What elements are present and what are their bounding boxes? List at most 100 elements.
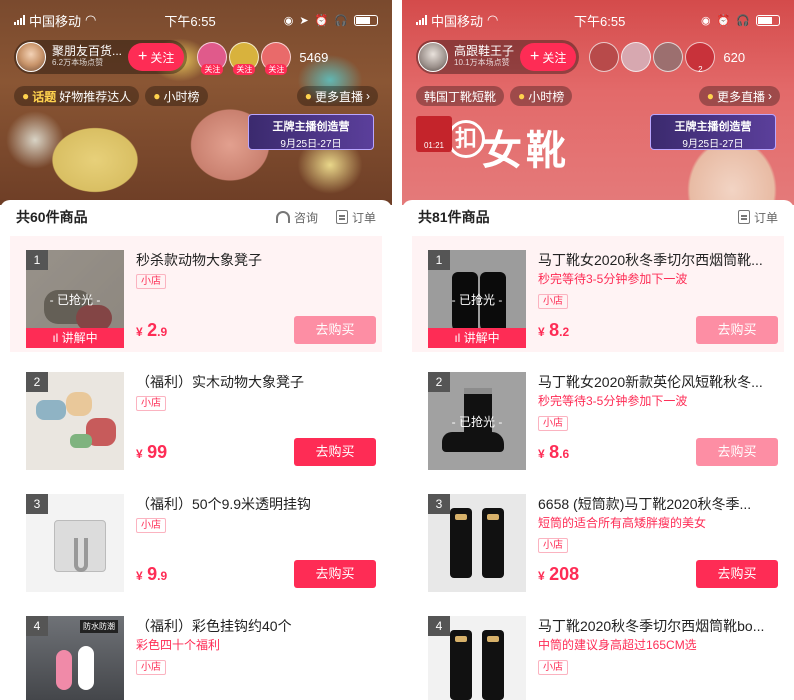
host-name: 高跟鞋王子: [454, 44, 515, 58]
consult-button[interactable]: 咨询: [275, 209, 318, 226]
clock: 下午6:55: [164, 13, 216, 29]
product-item[interactable]: 3 （福利）50个9.9米透明挂钩 小店 ¥ 9.9 去购买: [10, 480, 382, 596]
product-price: ¥ 2.9: [136, 320, 168, 340]
live-shop-screen-left: 中国移动 ◠ 下午6:55 ◉ ➤ ⏰ 🎧 聚朋友百货... 6.2万本场点赞 …: [0, 0, 392, 700]
hourly-rank-chip[interactable]: ● 小时榜: [145, 86, 208, 106]
chevron-right-icon: ›: [768, 89, 772, 103]
rank-badge: 4: [26, 616, 48, 636]
bars-icon: ıl: [454, 331, 464, 345]
orders-button[interactable]: 订单: [737, 209, 778, 226]
shop-tag: 小店: [538, 660, 568, 675]
buy-button[interactable]: 去购买: [294, 560, 376, 588]
shop-tag: 小店: [538, 416, 568, 431]
buy-button[interactable]: 去购买: [696, 316, 778, 344]
buy-button[interactable]: 去购买: [696, 438, 778, 466]
product-title: 马丁靴2020秋冬季切尔西烟筒靴bo...: [538, 618, 765, 634]
viewer-tag: 2: [698, 65, 703, 74]
product-price: ¥ 8.6: [538, 442, 570, 462]
product-item[interactable]: 2 （福利）实木动物大象凳子 小店 ¥ 99 去购买: [10, 358, 382, 474]
follow-button[interactable]: + 关注: [520, 43, 577, 71]
buy-button[interactable]: 去购买: [696, 560, 778, 588]
product-thumbnail[interactable]: 2: [26, 372, 124, 470]
host-avatar[interactable]: [16, 42, 46, 72]
product-thumbnail[interactable]: 防水防潮 4: [26, 616, 124, 700]
viewer-count[interactable]: 5469: [299, 50, 328, 65]
product-item[interactable]: 1 - 已抢光 - ıl 讲解中 秒杀款动物大象凳子 小店 ¥ 2.9 去购买: [10, 236, 382, 352]
product-price: ¥ 208: [538, 564, 580, 584]
lock-rotation-icon: ◉: [283, 14, 294, 27]
viewer-avatar[interactable]: 2: [685, 42, 716, 74]
product-title: （福利）彩色挂钩约40个: [136, 618, 292, 634]
viewer-avatar[interactable]: [653, 42, 684, 72]
signal-icon: [416, 15, 427, 25]
product-subtitle: 中筒的建议身高超过165CM选: [538, 638, 697, 652]
battery-icon: [756, 14, 780, 26]
product-count: 共60件商品: [16, 209, 88, 225]
order-icon: [335, 210, 348, 224]
shop-tag: 小店: [136, 274, 166, 289]
explaining-badge: ıl 讲解中: [26, 328, 124, 348]
carrier-name: 中国移动: [29, 13, 82, 29]
shop-tag: 小店: [538, 294, 568, 309]
product-title: 6658 (短筒款)马丁靴2020秋冬季...: [538, 496, 752, 512]
hourly-rank-chip[interactable]: ● 小时榜: [510, 86, 573, 106]
bulb-icon: ●: [22, 89, 30, 103]
order-icon: [737, 210, 750, 224]
product-price: ¥ 9.9: [136, 564, 168, 584]
event-banner[interactable]: 王牌主播创造营 9月25日-27日: [650, 114, 776, 150]
host-pill[interactable]: 聚朋友百货... 6.2万本场点赞 + 关注: [14, 40, 188, 74]
product-title: （福利）实木动物大象凳子: [136, 374, 304, 390]
host-avatar[interactable]: [418, 42, 448, 72]
product-thumbnail[interactable]: 1 - 已抢光 - ıl 讲解中: [428, 250, 526, 348]
topic-chip[interactable]: 韩国丁靴短靴: [416, 86, 505, 106]
mini-live-window[interactable]: 01:21: [416, 116, 452, 152]
product-item[interactable]: 1 - 已抢光 - ıl 讲解中 马丁靴女2020秋冬季切尔西烟筒靴... 秒完…: [412, 236, 784, 352]
product-item[interactable]: 2 - 已抢光 - 马丁靴女2020新款英伦风短靴秋冬... 秒完等待3-5分钟…: [412, 358, 784, 474]
more-live-chip[interactable]: ● 更多直播 ›: [698, 86, 780, 106]
viewer-avatar[interactable]: [589, 42, 620, 72]
plus-icon: +: [530, 48, 540, 65]
topic-chip[interactable]: ● 话题 好物推荐达人: [14, 86, 140, 106]
viewer-avatar[interactable]: 关注: [197, 42, 228, 75]
product-thumbnail[interactable]: 1 - 已抢光 - ıl 讲解中: [26, 250, 124, 348]
product-title: （福利）50个9.9米透明挂钩: [136, 496, 312, 512]
sheet-header: 共81件商品 订单: [402, 200, 794, 234]
product-price: ¥ 8.2: [538, 320, 570, 340]
buy-button[interactable]: 去购买: [294, 316, 376, 344]
viewer-avatar[interactable]: [621, 42, 652, 72]
top-viewers: 关注 关注 关注: [197, 42, 292, 75]
host-pill[interactable]: 高跟鞋王子 10.1万本场点赞 + 关注: [416, 40, 580, 74]
event-banner[interactable]: 王牌主播创造营 9月25日-27日: [248, 114, 374, 150]
top-viewers: 2: [589, 42, 716, 74]
product-thumbnail[interactable]: 3: [428, 494, 526, 592]
banner-title: 王牌主播创造营: [272, 121, 350, 133]
product-thumbnail[interactable]: 4: [428, 616, 526, 700]
shop-tag: 小店: [136, 518, 166, 533]
follow-button[interactable]: + 关注: [128, 43, 185, 71]
live-shop-screen-right: 扣 女靴 中国移动 ◠ 下午6:55 ◉ ⏰ 🎧 高跟鞋王子 10.1万本场点赞…: [402, 0, 794, 700]
panel-divider: [392, 0, 402, 700]
status-bar: 中国移动 ◠ 下午6:55 ◉ ⏰ 🎧: [416, 10, 780, 30]
product-thumbnail[interactable]: 3: [26, 494, 124, 592]
viewer-avatar[interactable]: 关注: [229, 42, 260, 75]
shop-tag: 小店: [136, 660, 166, 675]
product-item[interactable]: 4 马丁靴2020秋冬季切尔西烟筒靴bo... 中筒的建议身高超过165CM选 …: [412, 602, 784, 700]
product-item[interactable]: 3 6658 (短筒款)马丁靴2020秋冬季... 短筒的适合所有高矮胖瘦的美女…: [412, 480, 784, 596]
location-icon: ➤: [299, 14, 309, 27]
product-title: 马丁靴女2020秋冬季切尔西烟筒靴...: [538, 252, 763, 268]
orders-button[interactable]: 订单: [335, 209, 376, 226]
clock: 下午6:55: [574, 13, 626, 29]
signal-icon: [14, 15, 25, 25]
flame-icon: ●: [153, 89, 161, 103]
viewer-avatar[interactable]: 关注: [261, 42, 292, 75]
product-subtitle: 短筒的适合所有高矮胖瘦的美女: [538, 516, 707, 530]
host-bar: 聚朋友百货... 6.2万本场点赞 + 关注 关注 关注 关注 5469: [14, 40, 378, 75]
viewer-count[interactable]: 620: [723, 50, 745, 65]
host-likes: 10.1万本场点赞: [454, 58, 510, 67]
product-item[interactable]: 防水防潮 4 （福利）彩色挂钩约40个 彩色四十个福利 小店: [10, 602, 382, 700]
sign-text: 女靴: [482, 129, 570, 173]
thumb-label: 防水防潮: [80, 620, 118, 633]
product-thumbnail[interactable]: 2 - 已抢光 -: [428, 372, 526, 470]
buy-button[interactable]: 去购买: [294, 438, 376, 466]
more-live-chip[interactable]: ● 更多直播 ›: [296, 86, 378, 106]
